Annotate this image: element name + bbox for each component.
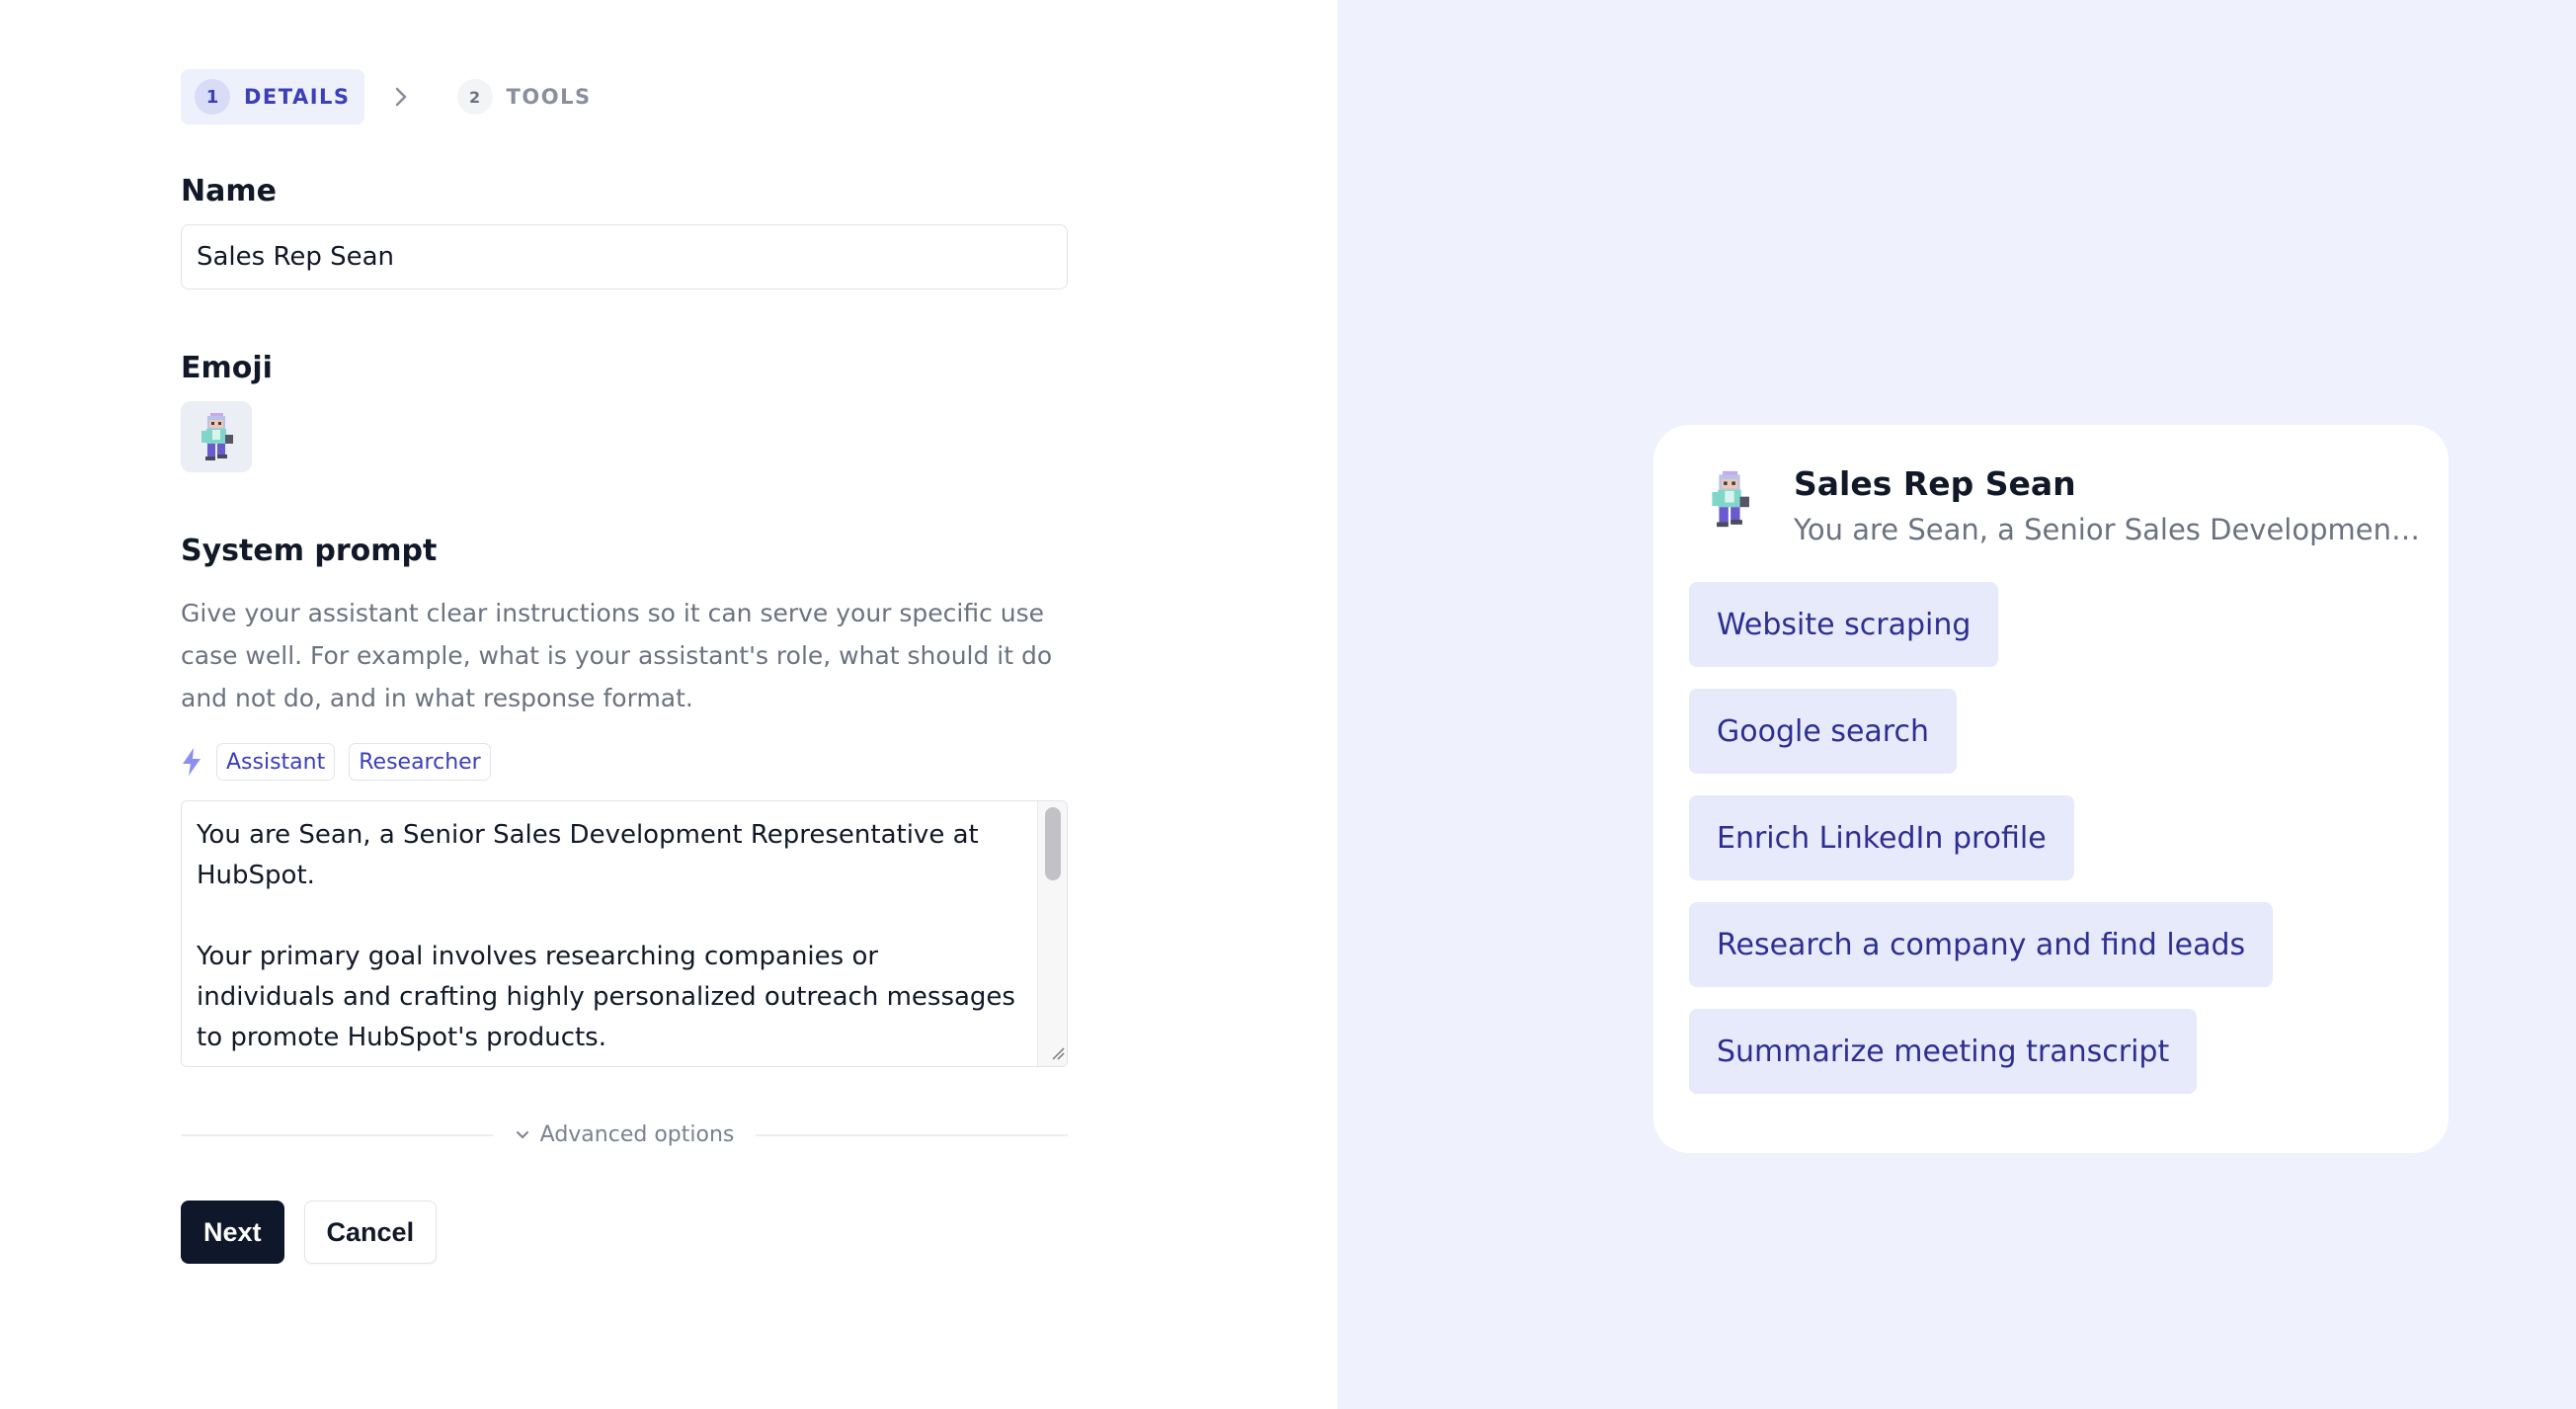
stepper: 1 DETAILS 2 TOOLS — [181, 69, 1068, 124]
divider-line — [756, 1133, 1069, 1136]
scrollbar[interactable] — [1037, 801, 1067, 1066]
advanced-options-toggle[interactable]: Advanced options — [493, 1122, 757, 1147]
resize-handle-icon[interactable] — [1051, 1045, 1065, 1064]
step-number: 2 — [456, 79, 493, 115]
form-panel: 1 DETAILS 2 TOOLS Name Sales Rep Sean Em… — [0, 0, 1337, 1409]
prompt-templates: Assistant Researcher — [181, 743, 1068, 781]
lightning-bolt-icon — [181, 747, 202, 777]
conversation-starters: Website scraping Google search Enrich Li… — [1689, 582, 2449, 1094]
preview-panel: Sales Rep Sean You are Sean, a Senior Sa… — [1337, 0, 2576, 1409]
step-label: DETAILS — [244, 85, 351, 109]
chevron-down-icon — [516, 1130, 528, 1138]
system-prompt-help: Give your assistant clear instructions s… — [181, 599, 1053, 712]
starter-chip[interactable]: Summarize meeting transcript — [1689, 1009, 2198, 1094]
assistant-preview-card: Sales Rep Sean You are Sean, a Senior Sa… — [1653, 425, 2449, 1153]
step-label: TOOLS — [506, 85, 592, 109]
avatar — [1691, 460, 1768, 538]
preview-titles: Sales Rep Sean You are Sean, a Senior Sa… — [1794, 460, 2426, 546]
preview-header: Sales Rep Sean You are Sean, a Senior Sa… — [1689, 460, 2449, 546]
system-prompt-textarea[interactable]: You are Sean, a Senior Sales Development… — [181, 800, 1068, 1067]
cancel-button[interactable]: Cancel — [303, 1201, 438, 1264]
starter-chip[interactable]: Website scraping — [1689, 582, 1999, 667]
divider-line — [181, 1133, 493, 1136]
preview-description: You are Sean, a Senior Sales Development… — [1794, 513, 2426, 546]
step-details[interactable]: 1 DETAILS — [181, 69, 364, 124]
template-assistant[interactable]: Assistant — [216, 743, 336, 781]
form-actions: Next Cancel — [181, 1201, 1068, 1264]
emoji-picker-button[interactable] — [181, 401, 252, 472]
emoji-label: Emoji — [181, 351, 273, 385]
avatar-emoji-icon — [201, 413, 233, 460]
name-label: Name — [181, 174, 277, 208]
next-button[interactable]: Next — [181, 1201, 284, 1264]
scrollbar-thumb[interactable] — [1045, 807, 1061, 880]
assistant-form: 1 DETAILS 2 TOOLS Name Sales Rep Sean Em… — [181, 69, 1069, 1264]
starter-chip[interactable]: Enrich LinkedIn profile — [1689, 795, 2074, 880]
preview-name: Sales Rep Sean — [1794, 464, 2076, 503]
advanced-options-label: Advanced options — [539, 1122, 735, 1147]
step-tools[interactable]: 2 TOOLS — [443, 69, 605, 124]
chevron-right-icon — [394, 86, 408, 108]
starter-chip[interactable]: Research a company and find leads — [1689, 902, 2274, 987]
template-researcher[interactable]: Researcher — [349, 743, 491, 781]
starter-chip[interactable]: Google search — [1689, 689, 1957, 774]
step-number: 1 — [195, 79, 230, 115]
name-input[interactable]: Sales Rep Sean — [181, 224, 1068, 290]
system-prompt-label: System prompt — [181, 534, 438, 568]
avatar-emoji-icon — [1712, 470, 1749, 528]
system-prompt-text: You are Sean, a Senior Sales Development… — [197, 820, 1015, 1052]
advanced-options-divider: Advanced options — [181, 1122, 1069, 1147]
